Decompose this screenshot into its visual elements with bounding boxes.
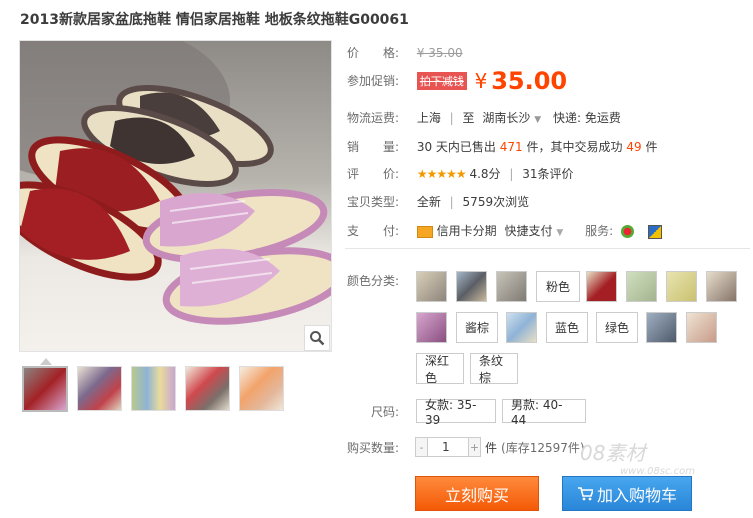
sales-mid: 件，其中交易成功 (526, 140, 623, 154)
color-option-10[interactable]: 酱棕 (456, 312, 498, 343)
original-price: ¥ 35.00 (416, 46, 463, 60)
destination-dropdown-icon[interactable]: ▼ (534, 115, 541, 125)
thumbnail-strip (22, 366, 284, 412)
slippers-image (20, 41, 331, 325)
sales-row: 销 量: 30 天内已售出 471 件，其中交易成功 49 件 (347, 138, 657, 155)
color-option-5[interactable] (586, 271, 617, 302)
color-label: 颜色分类: (347, 274, 400, 288)
quantity-unit: 件 (485, 440, 498, 455)
cart-icon (577, 486, 593, 500)
thumbnail-2[interactable] (77, 366, 122, 411)
shipping-to-label: 至 (462, 111, 475, 125)
sales-prefix: 30 天内已售出 (416, 140, 496, 154)
thumbnail-4[interactable] (185, 366, 230, 411)
rating-label: 评 价: (347, 167, 400, 181)
color-label-row: 颜色分类: (347, 272, 413, 289)
shipping-from: 上海 (416, 111, 441, 125)
quantity-increase-button[interactable]: + (468, 437, 481, 457)
color-option-2[interactable] (456, 271, 487, 302)
thumbnail-1[interactable] (22, 366, 68, 412)
color-option-15[interactable] (686, 312, 717, 343)
color-option-3[interactable] (496, 271, 527, 302)
promo-row: 参加促销: 拍下减钱 ¥ 35.00 (347, 67, 567, 95)
credit-card-icon (416, 225, 433, 238)
add-to-cart-label: 加入购物车 (596, 485, 677, 505)
size-label-row: 尺码: (347, 403, 413, 420)
color-option-4[interactable]: 粉色 (536, 271, 580, 302)
color-option-12[interactable]: 蓝色 (546, 312, 588, 343)
color-option-17[interactable]: 条纹棕 (470, 353, 518, 385)
color-option-14[interactable] (646, 312, 677, 343)
quantity-input[interactable]: 1 (428, 437, 468, 457)
type-label: 宝贝类型: (347, 195, 400, 209)
rating-count-link[interactable]: 31条评价 (522, 167, 573, 181)
color-option-1[interactable] (416, 271, 447, 302)
rating-row: 评 价: ★★★★★ 4.8分 | 31条评价 (347, 167, 574, 181)
color-option-7[interactable] (666, 271, 697, 302)
color-option-6[interactable] (626, 271, 657, 302)
price-row: 价 格: ¥ 35.00 (347, 44, 463, 61)
service-badge-icon[interactable] (620, 225, 634, 238)
color-option-13[interactable]: 绿色 (596, 312, 638, 343)
thumbnail-pointer (40, 358, 52, 365)
sales-success-count: 49 (626, 140, 642, 154)
type-row: 宝贝类型: 全新 | 5759次浏览 (347, 195, 530, 209)
watermark-text: 08素材 (580, 441, 646, 465)
stock-text: (库存12597件) (501, 440, 585, 455)
magnifier-icon (310, 331, 325, 346)
promo-currency: ¥ (474, 69, 488, 93)
product-main-image[interactable] (19, 40, 332, 352)
shipping-row: 物流运费: 上海 | 至 湖南长沙 ▼ 快递: 免运费 (347, 111, 621, 125)
product-title: 2013新款居家盆底拖鞋 情侣家居拖鞋 地板条纹拖鞋G00061 (20, 12, 409, 28)
add-to-cart-button[interactable]: 加入购物车 (562, 476, 692, 511)
quick-pay-link[interactable]: 快捷支付 (505, 224, 553, 238)
size-option-women[interactable]: 女款: 35-39 (416, 398, 496, 427)
credit-installment-link[interactable]: 信用卡分期 (437, 224, 497, 238)
zoom-button[interactable] (304, 325, 330, 351)
type-value: 全新 (416, 195, 441, 209)
watermark: 08素材 www.08sc.com (580, 437, 695, 477)
promo-tag: 拍下减钱 (416, 71, 467, 90)
section-divider (345, 248, 750, 249)
quantity-decrease-button[interactable]: - (415, 437, 428, 457)
quantity-label-row: 购买数量: (347, 439, 413, 456)
shipping-label: 物流运费: (347, 111, 400, 125)
size-label: 尺码: (371, 405, 400, 419)
quantity-label: 购买数量: (347, 441, 400, 455)
quantity-stepper: - 1 + 件 (库存12597件) (415, 437, 585, 457)
shipping-destination[interactable]: 湖南长沙 (482, 111, 530, 125)
sales-count: 471 (499, 140, 523, 154)
view-count: 5759次浏览 (462, 195, 530, 209)
promo-label: 参加促销: (347, 73, 400, 88)
shipping-express: 快递: 免运费 (552, 111, 621, 125)
price-label: 价 格: (347, 46, 400, 60)
thumbnail-3[interactable] (131, 366, 176, 411)
rating-score: 4.8分 (469, 167, 501, 181)
sales-label: 销 量: (347, 140, 400, 154)
color-option-11[interactable] (506, 312, 537, 343)
size-option-men[interactable]: 男款: 40-44 (502, 398, 586, 427)
rating-stars: ★★★★★ (416, 167, 467, 181)
thumbnail-5[interactable] (239, 366, 284, 411)
buy-now-button[interactable]: 立刻购买 (415, 476, 539, 511)
color-option-9[interactable] (416, 312, 447, 343)
payment-dropdown-icon[interactable]: ▼ (556, 228, 563, 238)
payment-label: 支 付: (347, 224, 400, 238)
sales-suffix: 件 (645, 140, 658, 154)
promo-price: 35.00 (491, 67, 568, 95)
color-option-16[interactable]: 深红色 (416, 353, 464, 385)
service-guarantee-icon[interactable] (647, 224, 662, 239)
color-option-8[interactable] (706, 271, 737, 302)
payment-row: 支 付: 信用卡分期 快捷支付 ▼ 服务: (347, 222, 662, 239)
service-label: 服务: (585, 224, 614, 238)
